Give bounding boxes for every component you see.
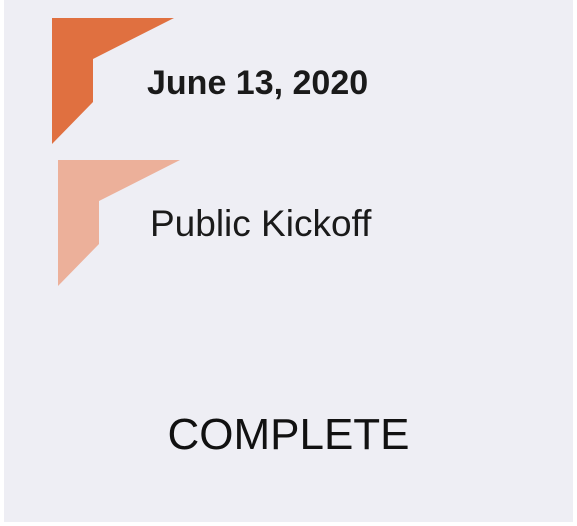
milestone-status: COMPLETE xyxy=(167,410,410,459)
milestone-date: June 13, 2020 xyxy=(147,64,369,102)
milestone-event: Public Kickoff xyxy=(150,203,372,244)
